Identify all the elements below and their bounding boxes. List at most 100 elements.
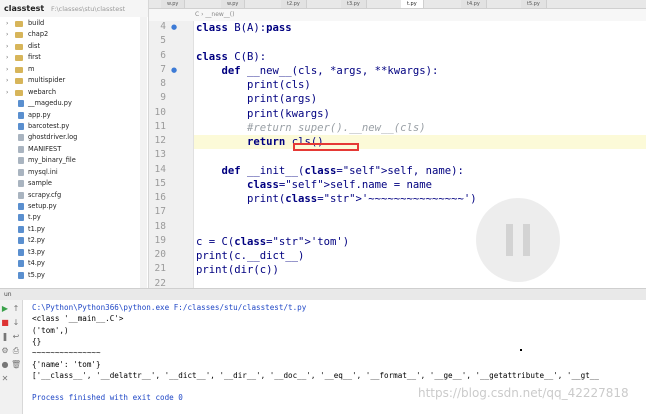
tree-file[interactable]: sample	[0, 178, 148, 189]
rerun-icon[interactable]: ▶	[0, 304, 10, 313]
code-line[interactable]: print(dir(c))	[196, 263, 279, 277]
tree-item-label: sample	[28, 179, 52, 188]
tree-file[interactable]: t2.py	[0, 235, 148, 246]
editor-tab[interactable]: t.py	[401, 0, 424, 8]
code-line[interactable]: print(cls)	[196, 78, 311, 92]
text-file-icon	[18, 191, 24, 199]
tree-folder[interactable]: › first	[0, 52, 148, 63]
trash-icon[interactable]: 🗑	[11, 360, 21, 369]
tree-item-label: barcotest.py	[28, 121, 70, 130]
tree-folder[interactable]: › dist	[0, 41, 148, 52]
tree-item-label: t5.py	[28, 270, 45, 279]
tree-folder[interactable]: › chap2	[0, 29, 148, 40]
pin-icon[interactable]: ●	[0, 360, 10, 369]
override-marker-icon[interactable]: ●	[171, 66, 177, 74]
code-line[interactable]: class B(A):pass	[196, 21, 292, 35]
settings-icon[interactable]: ⚙	[0, 346, 10, 355]
tree-file[interactable]: t5.py	[0, 270, 148, 281]
tree-scrollbar[interactable]	[140, 17, 147, 288]
tree-item-label: build	[28, 19, 45, 27]
tree-folder[interactable]: › build	[0, 18, 148, 29]
code-line[interactable]: #return super().__new__(cls)	[196, 121, 426, 135]
watermark: https://blog.csdn.net/qq_42227818	[418, 386, 629, 400]
pause-overlay[interactable]	[476, 198, 560, 282]
line-number: 22	[154, 277, 166, 289]
console-exit-line: Process finished with exit code 0	[32, 393, 183, 403]
editor-tab[interactable]: t4.py	[461, 0, 487, 8]
line-number: 6	[160, 49, 166, 61]
line-number: 4	[160, 21, 166, 32]
tree-file[interactable]: setup.py	[0, 201, 148, 212]
code-line[interactable]: class="self">self.name = name	[196, 178, 432, 192]
tree-item-label: __magedu.py	[28, 99, 72, 108]
tree-file[interactable]: __magedu.py	[0, 98, 148, 109]
tree-item-label: app.py	[28, 110, 51, 119]
run-toolbar: ▶ ↑ ■ ↓ ❚ ↩ ⚙ ⎙ ● 🗑 ✕	[0, 300, 23, 414]
line-number: 5	[160, 35, 166, 47]
chevron-right-icon[interactable]: ›	[6, 64, 14, 75]
tree-file[interactable]: barcotest.py	[0, 121, 148, 132]
line-number: 14	[154, 163, 166, 175]
close-icon[interactable]: ✕	[0, 374, 10, 383]
tree-item-label: chap2	[28, 30, 49, 39]
chevron-right-icon[interactable]: ›	[6, 41, 14, 52]
chevron-right-icon[interactable]: ›	[6, 87, 14, 98]
tree-file[interactable]: t4.py	[0, 258, 148, 269]
line-number: 11	[154, 120, 166, 132]
scroll-up-icon[interactable]: ↑	[11, 304, 21, 313]
code-line[interactable]: print(kwargs)	[196, 107, 330, 121]
tree-file[interactable]: mysql.ini	[0, 167, 148, 178]
tree-file[interactable]: t3.py	[0, 247, 148, 258]
tree-folder[interactable]: › webarch	[0, 87, 148, 98]
editor-tab[interactable]: w.py	[161, 0, 186, 8]
tree-file[interactable]: my_binary_file	[0, 155, 148, 166]
scroll-down-icon[interactable]: ↓	[11, 318, 21, 327]
code-line[interactable]: def __new__(cls, *args, **kwargs):	[196, 64, 439, 78]
editor-tab[interactable]: t5.py	[521, 0, 547, 8]
code-line[interactable]: return cls()	[194, 135, 646, 149]
project-root[interactable]: classtest F:\classes\stu\classtest	[0, 0, 148, 17]
wrap-icon[interactable]: ↩	[11, 332, 21, 341]
tree-file[interactable]: scrapy.cfg	[0, 190, 148, 201]
stop-icon[interactable]: ■	[0, 318, 10, 327]
print-icon[interactable]: ⎙	[11, 346, 21, 355]
tree-file[interactable]: ghostdriver.log	[0, 132, 148, 143]
folder-icon	[15, 78, 23, 85]
code-editor[interactable]: class B(A):pass class C(B): def __new__(c…	[194, 21, 646, 288]
tree-file[interactable]: t1.py	[0, 224, 148, 235]
code-line[interactable]: print(args)	[196, 92, 317, 106]
chevron-right-icon[interactable]: ›	[6, 29, 14, 40]
tree-file[interactable]: t.py	[0, 212, 148, 223]
editor-tab[interactable]: w.py	[221, 0, 246, 8]
code-line[interactable]: def __init__(class="self">self, name):	[196, 164, 464, 178]
chevron-right-icon[interactable]: ›	[6, 18, 14, 29]
chevron-right-icon[interactable]: ›	[6, 75, 14, 86]
code-line[interactable]: print(class="str">'~~~~~~~~~~~~~~~')	[196, 192, 477, 206]
tree-item-label: t2.py	[28, 236, 45, 245]
console-line: ~~~~~~~~~~~~~~~	[32, 348, 101, 358]
python-file-icon	[18, 100, 24, 108]
code-line[interactable]: c = C(class="str">'tom')	[196, 235, 349, 249]
text-file-icon	[18, 168, 24, 176]
python-file-icon	[18, 214, 24, 222]
tree-folder[interactable]: › m	[0, 64, 148, 75]
run-header-label: un	[4, 291, 12, 298]
console-line: {}	[32, 336, 42, 346]
python-file-icon	[18, 248, 24, 256]
inheritance-marker-icon[interactable]: ●	[171, 23, 177, 31]
pause-icon[interactable]: ❚	[0, 332, 10, 341]
tree-file[interactable]: app.py	[0, 110, 148, 121]
console-line: {'name': 'tom'}	[32, 359, 101, 369]
tree-file[interactable]: MANIFEST	[0, 144, 148, 155]
editor-tab[interactable]: t2.py	[281, 0, 307, 8]
console-line: ['__class__', '__delattr__', '__dict__',…	[32, 370, 599, 380]
line-number: 12	[154, 135, 166, 146]
tree-item-label: setup.py	[28, 202, 57, 210]
tree-folder[interactable]: › multispider	[0, 75, 148, 86]
tree-item-label: my_binary_file	[28, 156, 76, 165]
code-line[interactable]: class C(B):	[196, 50, 266, 64]
chevron-right-icon[interactable]: ›	[6, 52, 14, 63]
editor-tab[interactable]: t3.py	[341, 0, 367, 8]
project-tree: › build › chap2 › dist › first › m › multispider › we…	[0, 18, 148, 281]
code-line[interactable]: print(c.__dict__)	[196, 249, 304, 263]
